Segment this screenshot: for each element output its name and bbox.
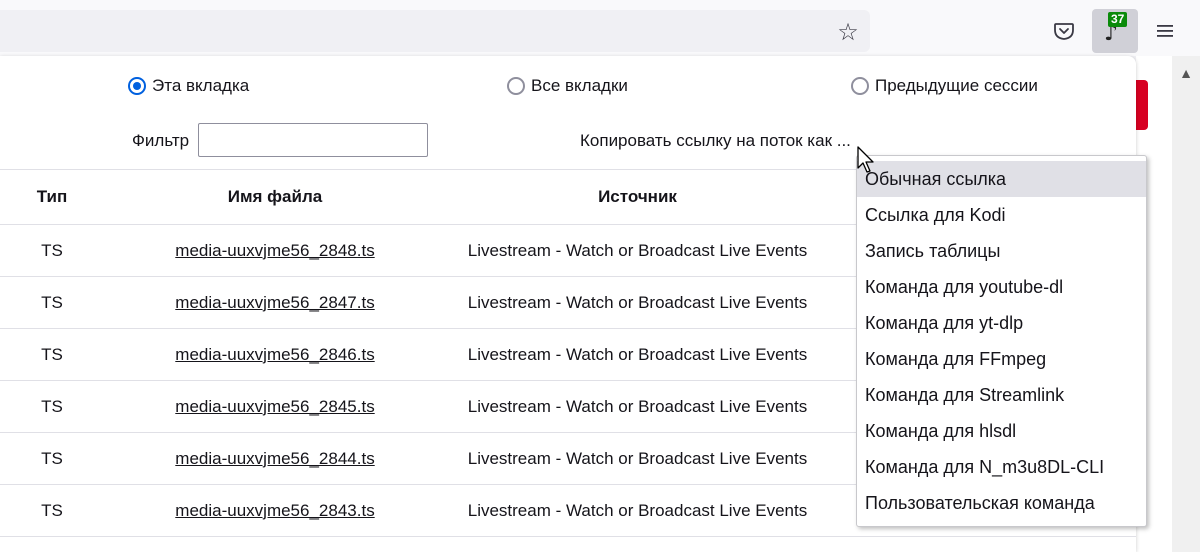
cell-filename-link[interactable]: media-uuxvjme56_2844.ts: [150, 433, 400, 484]
scroll-up-icon[interactable]: ▲: [1172, 60, 1200, 86]
pocket-icon: [1054, 23, 1074, 40]
hamburger-menu-button[interactable]: [1146, 9, 1184, 53]
cell-source: Livestream - Watch or Broadcast Live Eve…: [467, 500, 808, 520]
cell-source: Livestream - Watch or Broadcast Live Eve…: [467, 240, 808, 260]
radio-label: Предыдущие сессии: [875, 76, 1038, 95]
dropdown-item-ffmpeg[interactable]: Команда для FFmpeg: [857, 341, 1146, 377]
radio-checked-icon[interactable]: [128, 77, 146, 95]
extension-badge: 37: [1108, 12, 1128, 27]
cell-type: TS: [41, 240, 63, 260]
cell-source: Livestream - Watch or Broadcast Live Eve…: [467, 292, 808, 312]
cell-filename-link[interactable]: media-uuxvjme56_2847.ts: [150, 277, 400, 328]
dropdown-item-table-entry[interactable]: Запись таблицы: [857, 233, 1146, 269]
dropdown-item-youtube-dl[interactable]: Команда для youtube-dl: [857, 269, 1146, 305]
stream-detector-extension-button[interactable]: ♪ 37: [1092, 9, 1138, 53]
radio-label: Все вкладки: [531, 76, 628, 95]
browser-toolbar: ☆ ♪ 37: [0, 0, 1200, 56]
copy-format-dropdown: Обычная ссылка Ссылка для Kodi Запись та…: [856, 155, 1147, 527]
dropdown-item-hlsdl[interactable]: Команда для hlsdl: [857, 413, 1146, 449]
dropdown-item-plain-link[interactable]: Обычная ссылка: [857, 161, 1146, 197]
dropdown-item-n-m3u8dl-cli[interactable]: Команда для N_m3u8DL-CLI: [857, 449, 1146, 485]
radio-unchecked-icon[interactable]: [851, 77, 869, 95]
cell-filename-link[interactable]: media-uuxvjme56_2846.ts: [150, 329, 400, 380]
dropdown-item-yt-dlp[interactable]: Команда для yt-dlp: [857, 305, 1146, 341]
cell-type: TS: [41, 500, 63, 520]
page-scrollbar[interactable]: [1172, 56, 1200, 552]
radio-this-tab[interactable]: Эта вкладка: [128, 76, 249, 96]
header-filename[interactable]: Имя файла: [150, 170, 400, 224]
cell-type: TS: [41, 292, 63, 312]
radio-unchecked-icon[interactable]: [507, 77, 525, 95]
cell-source: Livestream - Watch or Broadcast Live Eve…: [467, 344, 808, 364]
star-icon[interactable]: ☆: [833, 17, 863, 47]
filter-input[interactable]: [198, 123, 428, 157]
filter-label: Фильтр: [132, 131, 190, 150]
url-bar[interactable]: [0, 10, 870, 52]
header-type[interactable]: Тип: [20, 170, 84, 224]
dropdown-item-kodi-link[interactable]: Ссылка для Kodi: [857, 197, 1146, 233]
radio-all-tabs[interactable]: Все вкладки: [507, 76, 628, 96]
copy-stream-link-label[interactable]: Копировать ссылку на поток как ...: [580, 131, 851, 151]
cell-type: TS: [41, 448, 63, 468]
cell-filename-link[interactable]: media-uuxvjme56_2843.ts: [150, 485, 400, 536]
radio-previous-sessions[interactable]: Предыдущие сессии: [851, 76, 1038, 96]
cell-type: TS: [41, 396, 63, 416]
cell-source: Livestream - Watch or Broadcast Live Eve…: [467, 448, 808, 468]
pocket-button[interactable]: [1045, 9, 1083, 53]
hamburger-menu-icon: [1157, 25, 1173, 37]
cell-type: TS: [41, 344, 63, 364]
mouse-cursor-icon: [857, 146, 874, 173]
cell-filename-link[interactable]: media-uuxvjme56_2848.ts: [150, 225, 400, 276]
cell-source: Livestream - Watch or Broadcast Live Eve…: [467, 396, 808, 416]
cell-filename-link[interactable]: media-uuxvjme56_2845.ts: [150, 381, 400, 432]
dropdown-item-streamlink[interactable]: Команда для Streamlink: [857, 377, 1146, 413]
header-source[interactable]: Источник: [440, 170, 835, 224]
radio-label: Эта вкладка: [152, 76, 250, 95]
dropdown-item-custom-command[interactable]: Пользовательская команда: [857, 485, 1146, 521]
